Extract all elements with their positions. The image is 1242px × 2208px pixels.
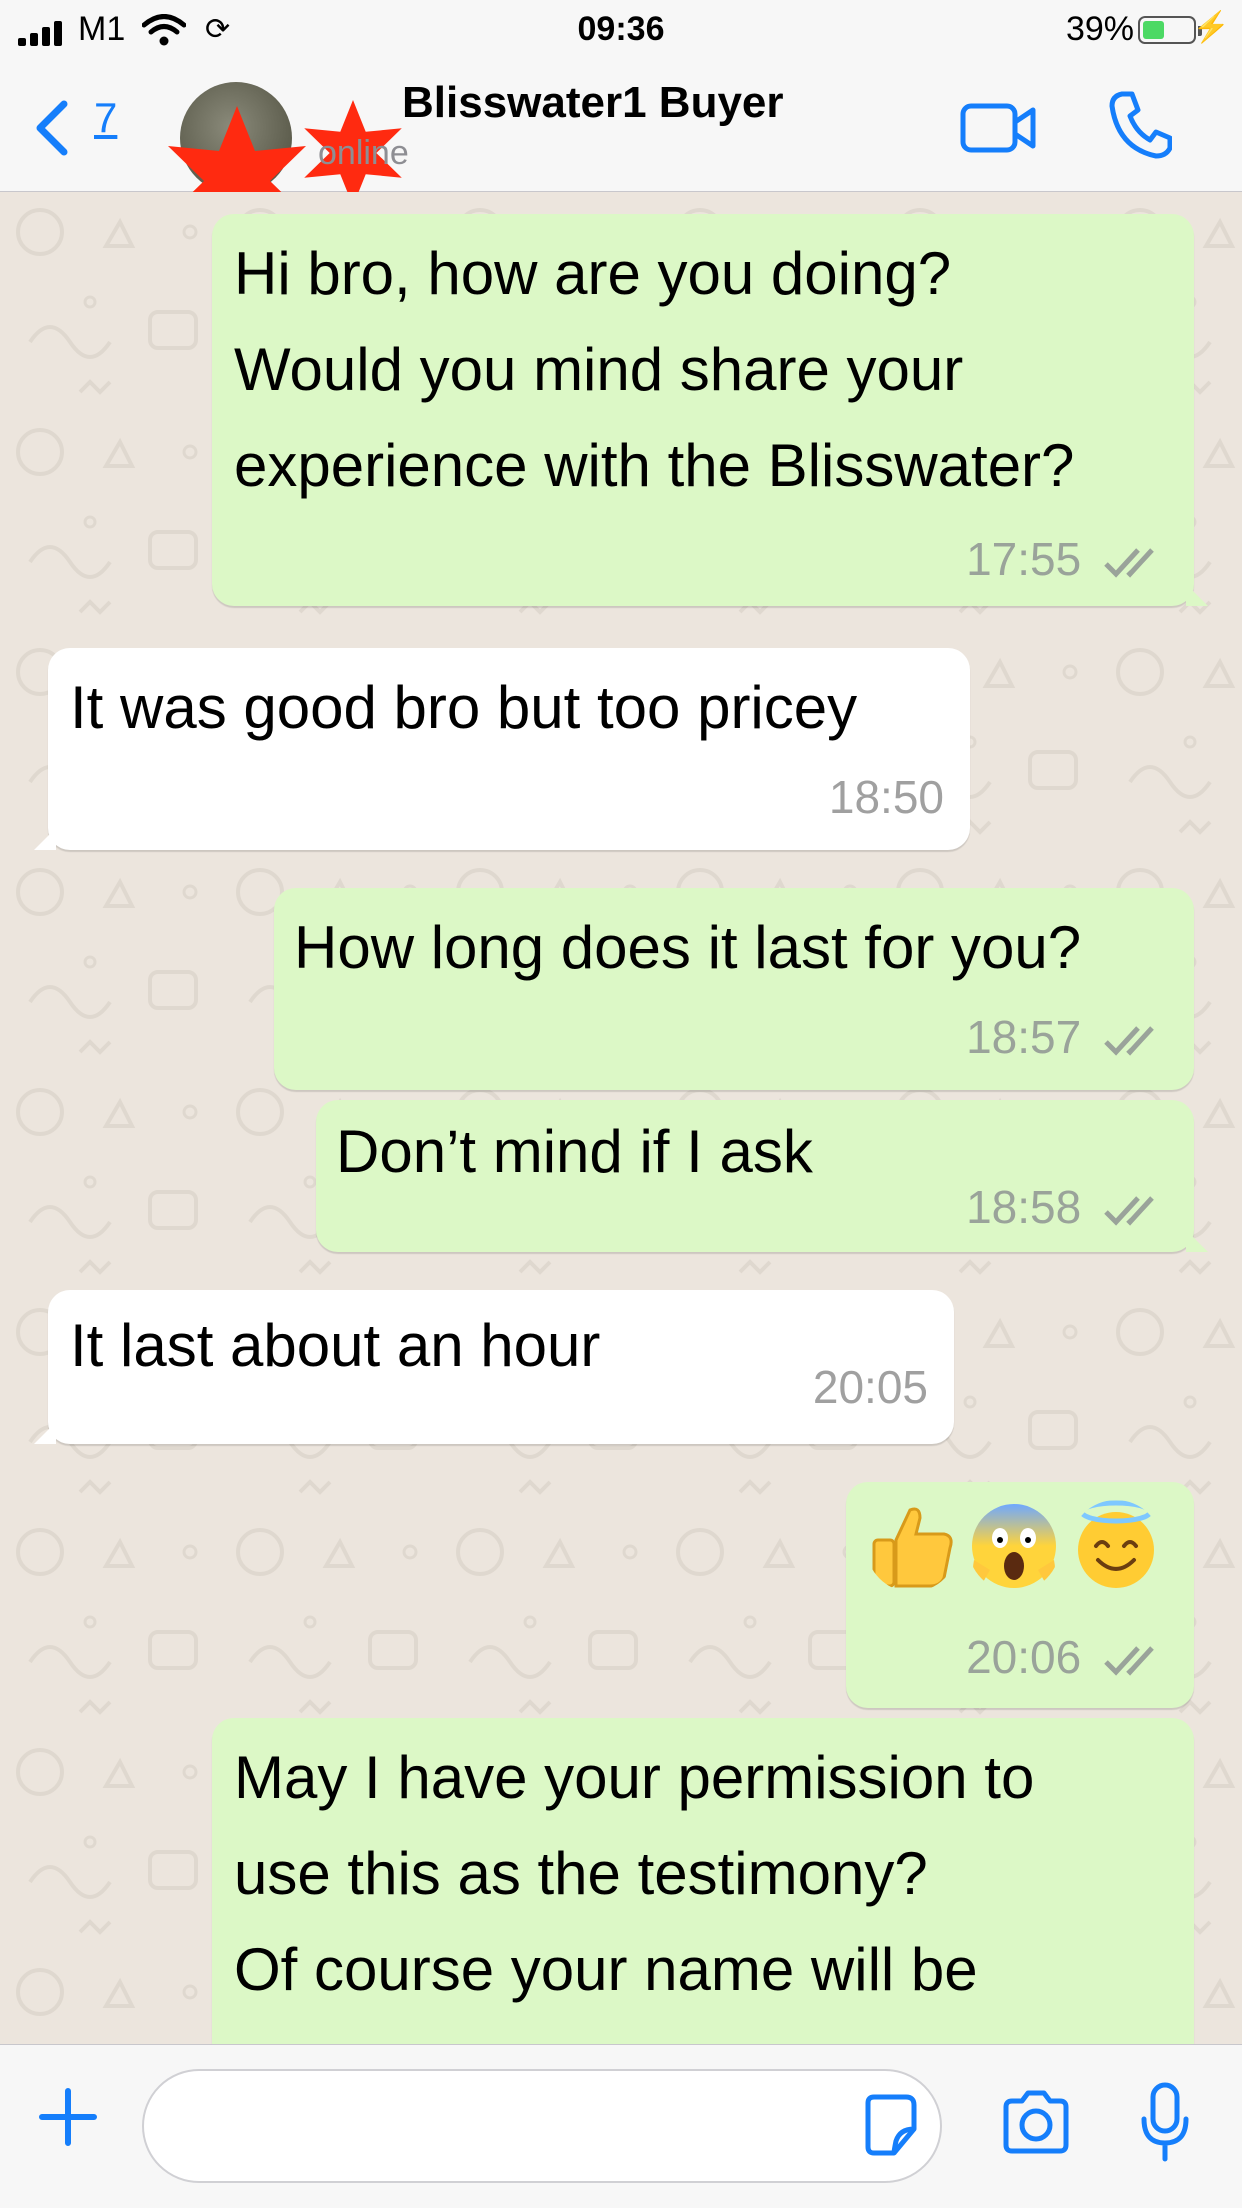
bubble-tail xyxy=(34,1422,56,1444)
message-text: How long does it last for you? xyxy=(294,914,1082,981)
message-meta: 18:50 xyxy=(829,772,944,822)
read-receipt-icon xyxy=(1104,1026,1154,1056)
message-text: It was good bro but too pricey xyxy=(70,674,858,741)
plus-icon[interactable] xyxy=(36,2085,100,2149)
battery-icon xyxy=(1138,16,1202,44)
charging-icon: ⚡ xyxy=(1192,11,1230,44)
message-bubble-outgoing[interactable]: 20:06 xyxy=(846,1482,1194,1708)
unread-count: 7 xyxy=(94,94,118,141)
message-text: Hi bro, how are you doing? Would you min… xyxy=(234,240,1075,499)
mic-icon[interactable] xyxy=(1140,2081,1190,2163)
contact-status: online xyxy=(318,134,409,172)
read-receipt-icon xyxy=(1104,1196,1154,1226)
message-meta: 18:58 xyxy=(966,1182,1168,1232)
message-bubble-outgoing[interactable]: May I have your permission to use this a… xyxy=(212,1718,1194,2044)
message-bubble-incoming[interactable]: It last about an hour 20:05 xyxy=(34,1290,954,1444)
bubble-tail xyxy=(34,828,56,850)
message-input[interactable] xyxy=(142,2069,942,2183)
message-time: 20:06 xyxy=(966,1631,1082,1683)
message-bubble-incoming[interactable]: It was good bro but too pricey 18:50 xyxy=(34,648,970,850)
message-time: 20:05 xyxy=(812,1361,928,1413)
read-receipt-icon xyxy=(1104,1646,1154,1676)
chevron-left-icon xyxy=(36,100,68,156)
bubble-tail xyxy=(1186,1230,1208,1252)
message-list[interactable]: Hi bro, how are you doing? Would you min… xyxy=(0,192,1242,2044)
message-time: 18:58 xyxy=(966,1181,1082,1233)
message-meta: 18:57 xyxy=(966,1012,1168,1062)
read-receipt-icon xyxy=(1104,548,1154,578)
message-text: Don’t mind if I ask xyxy=(336,1118,813,1185)
chat-header: 7 Blisswater1 Buyer online xyxy=(0,62,1242,256)
message-text: May I have your permission to use this a… xyxy=(234,1744,1035,2003)
message-bubble-outgoing[interactable]: Hi bro, how are you doing? Would you min… xyxy=(212,214,1208,606)
message-text: It last about an hour xyxy=(70,1312,601,1379)
composer-bar xyxy=(0,2044,1242,2208)
message-time: 18:50 xyxy=(828,771,944,823)
battery-percentage: 39% xyxy=(1065,10,1134,48)
sticker-icon[interactable] xyxy=(860,2093,920,2157)
message-meta: 17:55 xyxy=(966,534,1168,584)
message-time: 18:57 xyxy=(966,1011,1082,1063)
message-meta: 20:05 xyxy=(813,1362,928,1412)
message-meta: 20:06 xyxy=(966,1632,1168,1682)
message-time: 17:55 xyxy=(966,533,1082,585)
halo-smile-emoji xyxy=(1078,1500,1154,1588)
screaming-face-emoji xyxy=(972,1504,1056,1588)
video-call-icon[interactable] xyxy=(960,98,1036,158)
status-bar: M1 ⟳ 09:36 39% ⚡ xyxy=(0,0,1242,62)
contact-name[interactable]: Blisswater1 Buyer xyxy=(402,78,784,128)
bubble-tail xyxy=(1186,584,1208,606)
camera-icon[interactable] xyxy=(1000,2089,1072,2155)
message-bubble-outgoing[interactable]: Don’t mind if I ask 18:58 xyxy=(316,1100,1208,1252)
thumbs-up-emoji xyxy=(872,1507,953,1588)
phone-icon[interactable] xyxy=(1108,90,1172,160)
emoji-row xyxy=(866,1500,1162,1592)
clock: 09:36 xyxy=(577,10,665,48)
message-bubble-outgoing[interactable]: How long does it last for you? 18:57 xyxy=(274,888,1194,1090)
